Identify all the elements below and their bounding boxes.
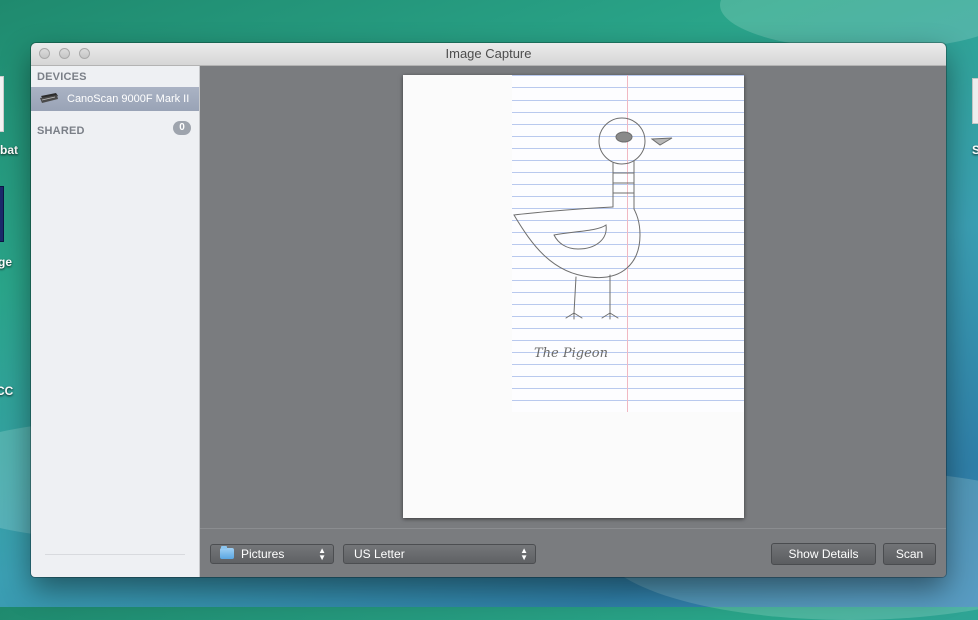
scan-preview-area[interactable]: The Pigeon bbox=[200, 66, 946, 528]
minimize-icon[interactable] bbox=[59, 48, 70, 59]
show-details-button[interactable]: Show Details bbox=[771, 543, 876, 565]
zoom-icon[interactable] bbox=[79, 48, 90, 59]
pigeon-drawing: The Pigeon bbox=[513, 117, 673, 361]
title-bar[interactable]: Image Capture bbox=[31, 43, 946, 66]
alias-file-icon[interactable] bbox=[972, 78, 978, 124]
folder-icon bbox=[220, 546, 234, 559]
acrobat-file-icon[interactable] bbox=[0, 76, 4, 132]
sidebar-divider bbox=[45, 554, 185, 555]
sidebar-item-label: CanoScan 9000F Mark II bbox=[67, 93, 190, 105]
shared-header: SHARED bbox=[37, 125, 85, 137]
scanned-page[interactable]: The Pigeon bbox=[403, 75, 744, 518]
chevron-updown-icon: ▲ ▼ bbox=[318, 546, 326, 562]
shared-count-badge: 0 bbox=[173, 121, 191, 135]
image-file-icon[interactable] bbox=[0, 186, 4, 242]
desktop-icon-label[interactable]: S bbox=[972, 143, 978, 157]
scanner-icon bbox=[40, 93, 58, 103]
image-capture-window: Image Capture DEVICES CanoScan 9000F Mar… bbox=[31, 43, 946, 577]
sidebar: DEVICES CanoScan 9000F Mark II SHARED 0 bbox=[31, 66, 200, 577]
bottom-toolbar: Pictures ▲ ▼ US Letter ▲ ▼ Show Details Sc… bbox=[200, 528, 946, 577]
scan-button[interactable]: Scan bbox=[883, 543, 936, 565]
close-icon[interactable] bbox=[39, 48, 50, 59]
destination-value: Pictures bbox=[241, 547, 285, 561]
paper-size-popup[interactable]: US Letter ▲ ▼ bbox=[343, 544, 536, 564]
chevron-updown-icon: ▲ ▼ bbox=[520, 546, 528, 562]
devices-header: DEVICES bbox=[37, 71, 87, 83]
notebook-paper: The Pigeon bbox=[512, 75, 744, 412]
sidebar-item-canoscan[interactable]: CanoScan 9000F Mark II bbox=[31, 87, 199, 111]
destination-popup[interactable]: Pictures ▲ ▼ bbox=[210, 544, 334, 564]
window-title: Image Capture bbox=[445, 46, 532, 61]
desktop-icon-label[interactable]: ge bbox=[0, 255, 12, 269]
desktop-icon-label[interactable]: CC bbox=[0, 384, 13, 398]
paper-size-value: US Letter bbox=[354, 547, 405, 561]
desktop-icon-label[interactable]: bat bbox=[0, 143, 18, 157]
handwritten-title: The Pigeon bbox=[534, 346, 608, 361]
